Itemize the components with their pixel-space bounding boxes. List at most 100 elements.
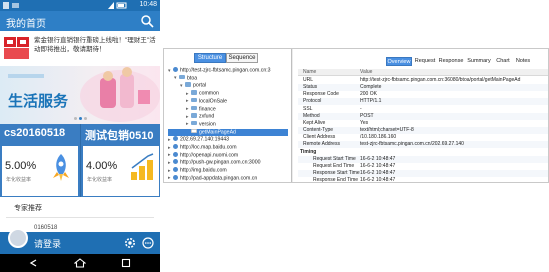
tab-sequence[interactable]: Sequence bbox=[226, 53, 258, 63]
table-row[interactable]: Response End Time 16-6-2 10:48:47 bbox=[298, 177, 548, 183]
folder-icon bbox=[191, 97, 197, 103]
row-name: Response Code bbox=[303, 91, 339, 98]
recent-apps-icon[interactable] bbox=[120, 257, 132, 269]
expert-item[interactable]: 0160518 bbox=[34, 225, 57, 231]
row-value: 16-6-2 10:48:47 bbox=[360, 162, 396, 169]
app-header: 我的首页 bbox=[0, 11, 160, 31]
table-row[interactable]: URL http://test-zjrc-fbtsamc.pingan.com.c… bbox=[298, 77, 548, 84]
product-rate: 5.00% bbox=[5, 160, 37, 172]
tree-node[interactable]: ▸ 202.69.27.140:19443 bbox=[168, 136, 229, 144]
login-bar: 请登录 bbox=[0, 228, 160, 254]
tree-node[interactable]: ▸ common bbox=[168, 90, 219, 98]
row-value: Complete bbox=[360, 84, 382, 91]
row-value: http://test-zjrc-fbtsamc.pingan.com.cn:3… bbox=[360, 77, 521, 83]
product-card[interactable]: 测试包销0510 4.00% 年化收益率 bbox=[80, 124, 160, 197]
tab-structure[interactable]: Structure bbox=[194, 53, 226, 63]
promo-carousel[interactable]: 生活服务 bbox=[0, 66, 160, 124]
globe-icon bbox=[173, 136, 178, 142]
carousel-dot[interactable] bbox=[83, 117, 87, 120]
row-value: HTTP/1.1 bbox=[360, 98, 382, 105]
status-bar: 10:48 bbox=[0, 0, 160, 11]
settings-icon[interactable] bbox=[124, 237, 136, 249]
row-value: Yes bbox=[360, 119, 369, 126]
login-link[interactable]: 请登录 bbox=[34, 237, 61, 250]
tree-node-label: http://pad-appdata.pingan.com.cn bbox=[180, 175, 258, 182]
product-rate-label: 年化收益率 bbox=[87, 177, 113, 183]
carousel-dot[interactable] bbox=[73, 117, 77, 120]
column-header-value: Value bbox=[360, 69, 373, 75]
table-row[interactable]: Response Start Time 16-6-2 10:48:47 bbox=[298, 169, 548, 177]
table-row[interactable]: SSL - bbox=[298, 106, 548, 113]
notice-banner[interactable]: 紫金银行直销银行重磅上线啦！"理财王"活动即将推出，敬请期待！ bbox=[0, 31, 160, 66]
banner-title: 生活服务 bbox=[8, 93, 69, 110]
tab-request[interactable]: Request bbox=[414, 57, 436, 66]
folder-icon bbox=[185, 82, 191, 87]
tab-overview[interactable]: Overview bbox=[386, 57, 412, 66]
tree-node[interactable]: ▸ http://pad-appdata.pingan.com.cn bbox=[168, 174, 258, 182]
row-name: Remote Address bbox=[303, 141, 340, 148]
tab-summary[interactable]: Summary bbox=[466, 57, 492, 66]
tree-node[interactable]: ▸ http://openapi.nuomi.com bbox=[168, 151, 238, 160]
folder-icon bbox=[191, 113, 197, 118]
row-value: text/html;charset=UTF-8 bbox=[360, 127, 414, 134]
row-value: 16-6-2 10:48:47 bbox=[360, 155, 396, 162]
row-value: POST bbox=[360, 112, 374, 119]
product-rate-label: 年化收益率 bbox=[6, 177, 32, 183]
table-row[interactable]: Response Code 200 OK bbox=[298, 91, 548, 98]
tab-chart[interactable]: Chart bbox=[494, 57, 512, 66]
tree-node[interactable]: ▾ btoa bbox=[168, 74, 197, 83]
row-name: SSL bbox=[303, 105, 313, 112]
row-name: Response End Time bbox=[313, 177, 359, 183]
tree-node[interactable]: ▾ portal bbox=[168, 82, 206, 90]
tree-node-label: http://img.baidu.com bbox=[180, 167, 227, 174]
tab-notes[interactable]: Notes bbox=[514, 57, 532, 66]
tree-node[interactable]: ▸ finance bbox=[168, 105, 216, 114]
table-row[interactable]: Remote Address test-zjrc-fbtsamc.pingan.c… bbox=[298, 141, 548, 149]
tree-node[interactable]: getMainPageAd bbox=[168, 128, 288, 137]
tree-node[interactable]: ▸ version bbox=[168, 120, 216, 129]
tree-node-label: version bbox=[199, 121, 216, 128]
globe-icon bbox=[173, 174, 178, 180]
search-icon[interactable] bbox=[140, 14, 154, 28]
back-icon[interactable] bbox=[28, 257, 40, 269]
row-name: Content-Type bbox=[303, 127, 334, 134]
file-icon bbox=[191, 128, 197, 134]
tab-response[interactable]: Response bbox=[438, 57, 464, 66]
row-value: test-zjrc-fbtsamc.pingan.com.cn/202.69.2… bbox=[360, 141, 464, 148]
table-header: Name Value bbox=[298, 69, 548, 76]
row-name: Status bbox=[303, 84, 318, 91]
tree-node[interactable]: ▸ http://loc.map.baidu.com bbox=[168, 144, 237, 152]
row-name: Kept Alive bbox=[303, 119, 326, 126]
table-row[interactable]: Client Address/10.180.186.160 bbox=[298, 134, 548, 141]
folder-icon bbox=[191, 105, 197, 110]
table-row[interactable]: Request Start Time 16-6-2 10:48:47 bbox=[298, 155, 548, 163]
table-row[interactable]: Content-Type text/html;charset=UTF-8 bbox=[298, 127, 548, 135]
signal-battery-icon bbox=[108, 2, 127, 9]
home-icon[interactable] bbox=[74, 257, 86, 269]
bank-logo-icon bbox=[4, 37, 29, 59]
carousel-dot[interactable] bbox=[78, 117, 82, 120]
row-name: Method bbox=[303, 112, 320, 119]
globe-icon bbox=[173, 67, 178, 72]
product-detail: 4.00% 年化收益率 bbox=[83, 146, 159, 196]
tree-node[interactable]: ▸ http://img.baidu.com bbox=[168, 167, 227, 175]
table-row[interactable]: Kept Alive Yes bbox=[298, 120, 548, 127]
globe-icon bbox=[173, 167, 178, 173]
table-row[interactable]: Timing bbox=[298, 149, 548, 156]
product-card[interactable]: cs20160518 5.00% 年化收益率 bbox=[0, 124, 80, 197]
detail-pane: Overview Request Response Summary Chart Notes… bbox=[293, 49, 548, 183]
avatar[interactable] bbox=[8, 228, 28, 248]
chat-icon[interactable] bbox=[142, 237, 154, 249]
table-row[interactable]: Status Complete bbox=[298, 84, 548, 92]
tree-node-label: finance bbox=[199, 106, 216, 112]
tree-node[interactable]: ▸ localOnSale bbox=[168, 97, 227, 106]
tree-node[interactable]: ▾ http://test-zjrc-fbtsamc.pingan.com.cn:… bbox=[168, 67, 271, 75]
table-row[interactable]: Protocol HTTP/1.1 bbox=[298, 98, 548, 106]
table-row[interactable]: Request End Time 16-6-2 10:48:47 bbox=[298, 163, 548, 170]
tree-node-label: http://loc.map.baidu.com bbox=[180, 144, 237, 151]
tree-node-label: getMainPageAd bbox=[199, 129, 236, 136]
table-row[interactable]: Method POST bbox=[298, 112, 548, 120]
globe-icon bbox=[173, 159, 178, 165]
tree-node[interactable]: ▸ zxfund bbox=[168, 113, 214, 121]
tree-node[interactable]: ▸ http://push-gw.pingan.com.cn:3000 bbox=[168, 159, 260, 167]
